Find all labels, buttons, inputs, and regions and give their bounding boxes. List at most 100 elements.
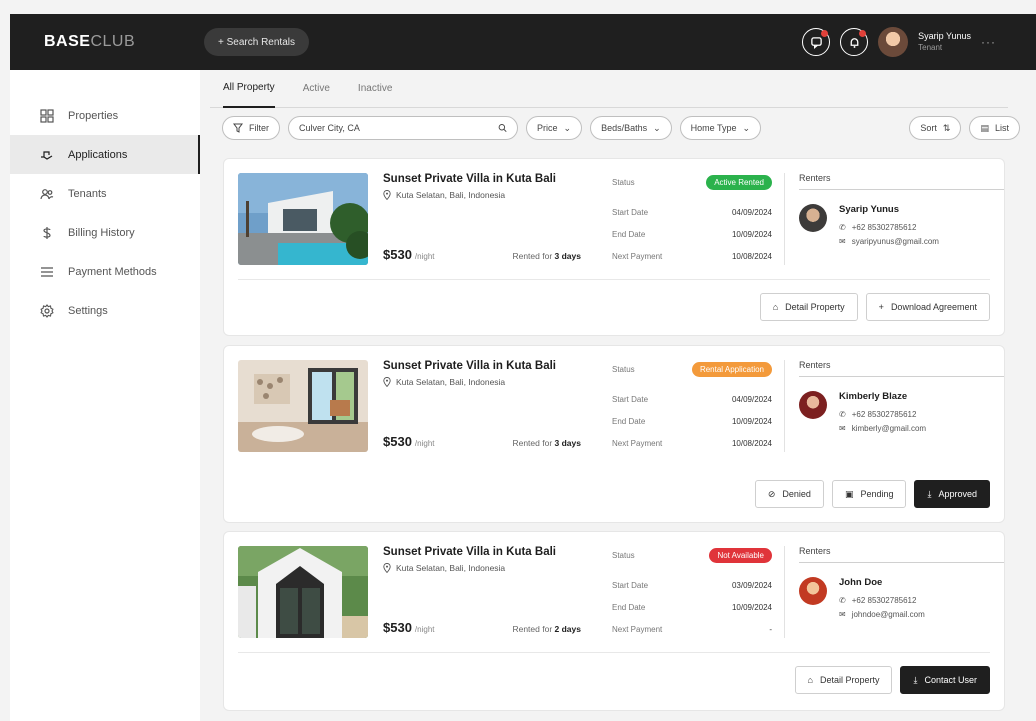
renter-name[interactable]: John Doe xyxy=(839,577,925,588)
property-image[interactable] xyxy=(238,546,368,638)
sidebar-item-tenants[interactable]: Tenants xyxy=(10,174,200,213)
hand-icon xyxy=(41,150,53,160)
detail-property-label: Detail Property xyxy=(819,675,880,685)
renter-phone: +62 85302785612 xyxy=(851,595,917,605)
next-payment-row: Next Payment - xyxy=(612,618,772,640)
property-image[interactable] xyxy=(238,173,368,265)
renters-heading: Renters xyxy=(799,360,1004,377)
renter-name[interactable]: Kimberly Blaze xyxy=(839,391,926,402)
property-tabs: All Property Active Inactive xyxy=(210,70,1008,108)
rental-status: Status Active Rented Start Date 04/09/20… xyxy=(612,173,772,267)
villa-photo xyxy=(238,173,368,265)
villa-photo xyxy=(238,360,368,452)
brand-logo[interactable]: BASECLUB xyxy=(44,33,204,51)
property-title[interactable]: Sunset Private Villa in Kuta Bali xyxy=(383,360,583,372)
sort-label: Sort xyxy=(920,123,937,133)
property-address: Kuta Selatan, Bali, Indonesia xyxy=(383,190,583,200)
sidebar-item-applications[interactable]: Applications xyxy=(10,135,200,174)
renter-phone: +62 85302785612 xyxy=(851,222,917,232)
mail-icon: ✉ xyxy=(839,423,846,433)
cancel-circle-icon: ⊘ xyxy=(767,488,776,499)
grid-icon xyxy=(40,108,54,123)
denied-button[interactable]: ⊘ Denied xyxy=(754,480,824,508)
status-row: Status Not Available xyxy=(612,546,772,564)
renter-email-row: ✉ syaripyunus@gmail.com xyxy=(839,234,939,248)
price-dropdown[interactable]: Price ⌄ xyxy=(526,116,583,140)
rented-days: 3 days xyxy=(554,251,581,261)
sort-button[interactable]: Sort ⇅ xyxy=(909,116,962,140)
detail-property-button[interactable]: ⌂ Detail Property xyxy=(759,293,858,321)
tab-inactive[interactable]: Inactive xyxy=(358,70,392,108)
renter-email-row: ✉ kimberly@gmail.com xyxy=(839,421,926,435)
filter-button[interactable]: Filter xyxy=(222,116,280,140)
rented-duration: Rented for 3 days xyxy=(512,438,581,448)
denied-label: Denied xyxy=(782,489,811,499)
status-row: Status Active Rented xyxy=(612,173,772,191)
document-icon: ▣ xyxy=(844,488,854,499)
renter-phone: +62 85302785612 xyxy=(851,409,917,419)
sidebar-item-settings[interactable]: Settings xyxy=(10,291,200,330)
villa-photo xyxy=(238,546,368,638)
top-right-controls: Syarip Yunus Tenant ··· xyxy=(802,27,996,57)
user-meta: Syarip Yunus Tenant xyxy=(918,30,971,54)
start-date-label: Start Date xyxy=(612,580,649,590)
property-title[interactable]: Sunset Private Villa in Kuta Bali xyxy=(383,546,583,558)
start-date-value: 04/09/2024 xyxy=(731,207,772,217)
renter-phone-row: ✆ +62 85302785612 xyxy=(839,593,925,607)
tab-all-property[interactable]: All Property xyxy=(223,70,275,108)
end-date-label: End Date xyxy=(612,229,646,239)
rental-status: Status Rental Application Start Date 04/… xyxy=(612,360,772,454)
contact-user-button[interactable]: ⤓ Contact User xyxy=(900,666,990,694)
column-divider xyxy=(784,173,785,265)
price-unit: /night xyxy=(414,252,435,261)
end-date-value: 10/09/2024 xyxy=(731,416,772,426)
sidebar-item-properties[interactable]: Properties xyxy=(10,96,200,135)
next-payment-row: Next Payment 10/08/2024 xyxy=(612,245,772,267)
more-icon[interactable]: ··· xyxy=(981,35,996,49)
search-rentals-button[interactable]: + Search Rentals xyxy=(204,28,309,56)
home-type-dropdown[interactable]: Home Type ⌄ xyxy=(679,116,762,140)
contact-icon: ⤓ xyxy=(913,674,918,685)
location-pin-icon xyxy=(383,190,391,200)
notifications-button[interactable] xyxy=(840,28,869,56)
price-value: $530 xyxy=(383,247,412,262)
sidebar-item-billing-history[interactable]: Billing History xyxy=(10,213,200,252)
property-address: Kuta Selatan, Bali, Indonesia xyxy=(383,377,583,387)
address-text: Kuta Selatan, Bali, Indonesia xyxy=(396,563,506,573)
renter-info: John Doe ✆ +62 85302785612 ✉ johndoe@gma… xyxy=(839,577,925,621)
end-date-value: 10/09/2024 xyxy=(731,602,772,612)
user-avatar[interactable] xyxy=(878,27,909,57)
messages-button[interactable] xyxy=(802,28,831,56)
tab-active[interactable]: Active xyxy=(303,70,330,108)
location-pin-icon xyxy=(383,563,391,573)
property-address: Kuta Selatan, Bali, Indonesia xyxy=(383,563,583,573)
pending-button[interactable]: ▣ Pending xyxy=(831,480,907,508)
status-label: Status xyxy=(612,364,635,374)
property-image[interactable] xyxy=(238,360,368,452)
renter-avatar[interactable] xyxy=(799,204,827,232)
detail-property-button[interactable]: ⌂ Detail Property xyxy=(794,666,893,694)
property-info: Sunset Private Villa in Kuta Bali Kuta S… xyxy=(383,360,583,387)
chevron-down-icon: ⌄ xyxy=(563,122,572,133)
rented-duration: Rented for 2 days xyxy=(512,624,581,634)
card-divider xyxy=(238,652,990,653)
renter-avatar[interactable] xyxy=(799,391,827,419)
renter-name[interactable]: Syarip Yunus xyxy=(839,204,939,215)
brand-bold: BASE xyxy=(44,33,91,50)
view-toggle[interactable]: ▤ List xyxy=(969,116,1020,140)
renter-details: John Doe ✆ +62 85302785612 ✉ johndoe@gma… xyxy=(799,577,1004,621)
filter-icon xyxy=(233,123,243,133)
beds-baths-dropdown[interactable]: Beds/Baths ⌄ xyxy=(590,116,672,140)
location-input[interactable]: Culver City, CA xyxy=(288,116,518,140)
house-icon: ⌂ xyxy=(772,302,779,312)
start-date-value: 04/09/2024 xyxy=(731,394,772,404)
download-agreement-button[interactable]: + Download Agreement xyxy=(865,293,990,321)
approved-button[interactable]: ⤓ Approved xyxy=(914,480,990,508)
next-payment-value: 10/08/2024 xyxy=(731,251,772,261)
sidebar-item-payment-methods[interactable]: Payment Methods xyxy=(10,252,200,291)
rented-prefix: Rented for xyxy=(512,251,555,261)
address-text: Kuta Selatan, Bali, Indonesia xyxy=(396,377,506,387)
renter-avatar[interactable] xyxy=(799,577,827,605)
property-title[interactable]: Sunset Private Villa in Kuta Bali xyxy=(383,173,583,185)
card-divider xyxy=(238,279,990,280)
